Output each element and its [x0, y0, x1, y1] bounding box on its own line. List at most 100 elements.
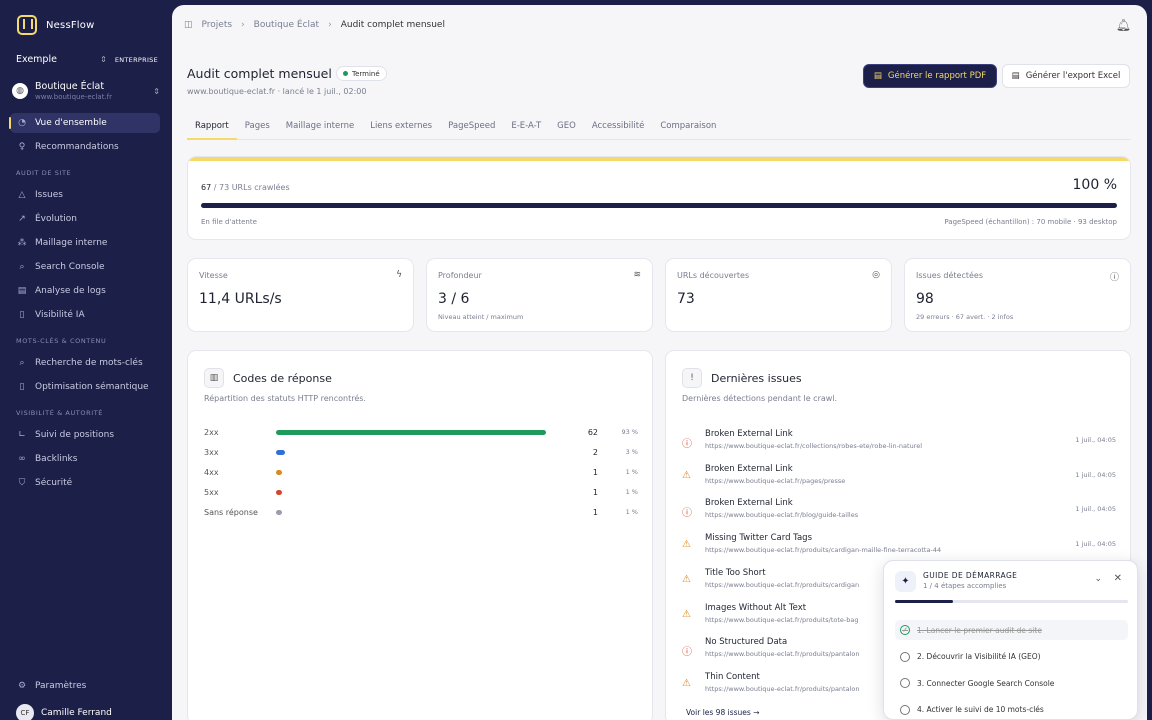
nav-item-internal-linking[interactable]: ⁂ Maillage interne [10, 233, 160, 253]
breadcrumb-projects[interactable]: Projets [202, 20, 233, 30]
page-subtitle: www.boutique-eclat.fr · lancé le 1 juil.… [187, 87, 367, 96]
nav-item-ai-visibility[interactable]: ▯ Visibilité IA [10, 305, 160, 325]
nav-item-recommendations[interactable]: ♀ Recommandations [10, 137, 160, 157]
tab-geo[interactable]: GEO [549, 115, 584, 140]
response-code-row: 3xx 2 3 % [204, 445, 638, 459]
trend-icon: ↗ [18, 214, 26, 224]
breadcrumb-project[interactable]: Boutique Éclat [254, 20, 319, 30]
guide-title: GUIDE DE DÉMARRAGE [923, 571, 1018, 580]
workspace-selector[interactable]: Exemple ⇕ ENTERPRISE [16, 54, 158, 65]
tab-rapport[interactable]: Rapport [187, 115, 237, 140]
logs-icon: ▤ [17, 286, 27, 296]
guide-step[interactable]: ✓ 1. Lancer le premier audit de site [895, 620, 1128, 640]
tab-pagespeed[interactable]: PageSpeed [440, 115, 503, 140]
tab-liens-externes[interactable]: Liens externes [362, 115, 440, 140]
code-count: 1 [592, 487, 598, 497]
stat-label: Issues détectées [916, 271, 984, 280]
see-all-issues-link[interactable]: Voir les 98 issues → [686, 708, 759, 717]
document-icon: ▯ [19, 310, 25, 320]
issue-row[interactable]: ⓘ Broken External Link https://www.boutiqu… [682, 496, 1116, 530]
guide-step[interactable]: 4. Activer le suivi de 10 mots-clés [895, 700, 1128, 720]
bell-icon[interactable]: 🔔︎ [1116, 18, 1131, 32]
warning-icon: ⚠ [682, 677, 691, 689]
code-percent: 1 % [625, 468, 638, 476]
stat-value: 11,4 URLs/s [199, 291, 282, 307]
shield-icon: ⛉ [18, 478, 26, 488]
nav-item-security[interactable]: ⛉ Sécurité [10, 473, 160, 493]
nav-item-keyword-research[interactable]: ⌕ Recherche de mots-clés [10, 353, 160, 373]
tab-accessibilite[interactable]: Accessibilité [584, 115, 653, 140]
code-bar-track [276, 469, 576, 475]
tab-eeat[interactable]: E-E-A-T [503, 115, 549, 140]
code-count: 1 [592, 507, 598, 517]
info-icon: ⓘ [1109, 273, 1119, 283]
document-icon: ▯ [19, 382, 25, 392]
code-bar [276, 429, 546, 435]
breadcrumb-current: Audit complet mensuel [340, 20, 445, 30]
avatar: CF [16, 704, 34, 720]
tab-pages[interactable]: Pages [237, 115, 278, 140]
nav-label: Issues [35, 190, 63, 200]
chevron-down-icon[interactable]: ⌄ [1094, 574, 1102, 584]
nav-item-evolution[interactable]: ↗ Évolution [10, 209, 160, 229]
issue-url: https://www.boutique-eclat.fr/collection… [705, 442, 923, 450]
nav-label: Suivi de positions [35, 430, 115, 440]
bolt-icon: ϟ [396, 270, 402, 280]
guide-step[interactable]: 3. Connecter Google Search Console [895, 673, 1128, 693]
gauge-icon: ◔ [18, 118, 26, 128]
chevron-right-icon: › [328, 20, 332, 30]
nav-item-issues[interactable]: △ Issues [10, 185, 160, 205]
issue-title: Broken External Link [705, 463, 793, 474]
nav-item-semantic-optimization[interactable]: ▯ Optimisation sémantique [10, 377, 160, 397]
code-bar-track [276, 489, 576, 495]
sidebar-toggle-icon[interactable]: ◫ [184, 20, 193, 30]
generate-pdf-button[interactable]: ▤ Générer le rapport PDF [863, 64, 997, 88]
app-logo[interactable]: NessFlow [17, 15, 94, 35]
tab-comparaison[interactable]: Comparaison [652, 115, 724, 140]
nav-item-settings[interactable]: ⚙ Paramètres [10, 676, 160, 696]
chart-icon: ∟ [18, 430, 26, 440]
page-title: Audit complet mensuel [187, 66, 332, 81]
lightbulb-icon: ♀ [18, 142, 26, 152]
guide-step[interactable]: 2. Découvrir la Visibilité IA (GEO) [895, 647, 1128, 667]
crawl-progress-card: 67 / 73 URLs crawlées 100 % En file d'at… [187, 156, 1131, 240]
breadcrumb: ◫ Projets › Boutique Éclat › Audit compl… [184, 20, 445, 30]
circle-icon [900, 678, 910, 688]
user-menu[interactable]: CF Camille Ferrand [16, 704, 112, 720]
code-bar-track [276, 509, 576, 515]
nav-label: Recommandations [35, 142, 119, 152]
nav-item-overview[interactable]: ◔ Vue d'ensemble [9, 113, 160, 133]
issue-row[interactable]: ⓘ Broken External Link https://www.boutiqu… [682, 427, 1116, 461]
code-percent: 1 % [625, 508, 638, 516]
stat-label: URLs découvertes [677, 271, 750, 280]
response-code-row: 4xx 1 1 % [204, 465, 638, 479]
issue-row[interactable]: ⚠ Broken External Link https://www.boutiqu… [682, 462, 1116, 496]
network-icon: ⁂ [17, 238, 27, 248]
nav-item-log-analysis[interactable]: ▤ Analyse de logs [10, 281, 160, 301]
nav-item-search-console[interactable]: ⌕ Search Console [10, 257, 160, 277]
layers-icon: ≋ [633, 270, 641, 280]
search-icon: ⌕ [19, 262, 25, 272]
search-icon: ⌕ [19, 358, 25, 368]
nav-label: Recherche de mots-clés [35, 358, 143, 368]
guide-progress-text: 1 / 4 étapes accomplies [923, 582, 1007, 590]
sparkle-icon: ✦ [895, 571, 916, 592]
crawl-count: 67 / 73 URLs crawlées [201, 183, 290, 192]
generate-excel-button[interactable]: ▤ Générer l'export Excel [1002, 64, 1130, 88]
code-count: 2 [592, 447, 598, 457]
crawl-total: / 73 URLs crawlées [213, 183, 290, 192]
project-selector[interactable]: ◍ Boutique Éclat www.boutique-eclat.fr ⇕ [12, 76, 160, 106]
guide-step-label: 3. Connecter Google Search Console [917, 678, 1055, 688]
nav-item-backlinks[interactable]: ∞ Backlinks [10, 449, 160, 469]
stat-value: 98 [916, 291, 934, 307]
card-header: ! Dernières issues [682, 368, 802, 388]
section-title-visibility: VISIBILITÉ & AUTORITÉ [16, 409, 104, 417]
tab-maillage-interne[interactable]: Maillage interne [278, 115, 362, 140]
warning-icon: ⚠ [682, 539, 691, 551]
close-icon[interactable]: ✕ [1114, 573, 1122, 584]
code-label: 3xx [204, 447, 219, 457]
warning-icon: ⚠ [682, 573, 691, 585]
gear-icon: ⚙ [17, 681, 27, 691]
issue-title: Images Without Alt Text [705, 602, 807, 613]
nav-item-rank-tracking[interactable]: ∟ Suivi de positions [10, 425, 160, 445]
